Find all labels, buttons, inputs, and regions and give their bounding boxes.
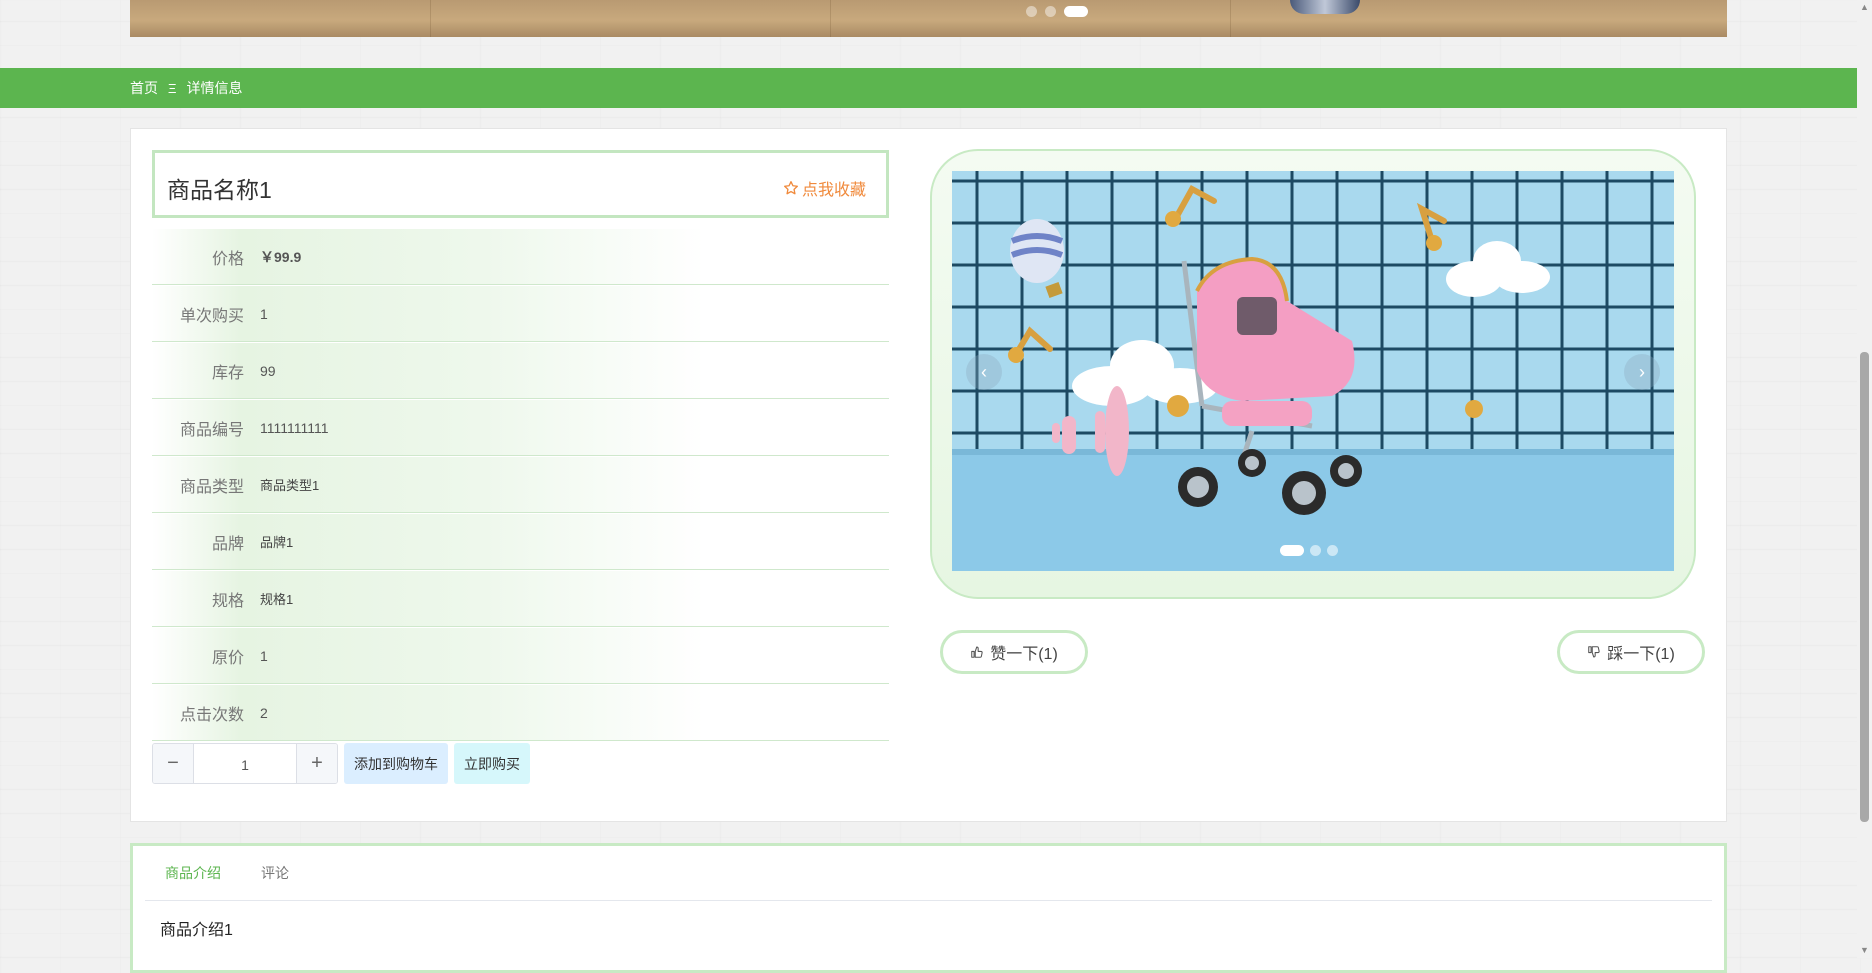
info-value: 2 bbox=[260, 704, 268, 721]
info-label: 品牌 bbox=[211, 535, 244, 553]
product-detail-panel: 商品名称1 点我收藏 价格 ￥99.9 单次购买 1 库存 99 商品编号 11… bbox=[130, 128, 1727, 822]
info-row-product-code: 商品编号 1111111111 bbox=[152, 400, 889, 456]
tab-bar: 商品介绍 评论 bbox=[145, 846, 1712, 901]
info-value: 商品类型1 bbox=[260, 478, 320, 493]
page-scrollbar[interactable]: ▲ ▼ bbox=[1857, 0, 1872, 958]
product-tabs-panel: 商品介绍 评论 商品介绍1 bbox=[130, 843, 1727, 973]
info-label: 原价 bbox=[211, 649, 244, 667]
info-value: 99 bbox=[260, 362, 276, 379]
thumbs-down-icon bbox=[1588, 646, 1600, 658]
carousel-dot[interactable] bbox=[1327, 545, 1338, 556]
breadcrumb-separator: Ξ bbox=[168, 80, 177, 96]
info-value: 1 bbox=[260, 647, 268, 664]
tab-comments[interactable]: 评论 bbox=[241, 863, 309, 883]
info-row-single-purchase: 单次购买 1 bbox=[152, 286, 889, 342]
product-image: ‹ › bbox=[952, 171, 1674, 571]
breadcrumb-home-link[interactable]: 首页 bbox=[130, 78, 158, 98]
add-to-cart-button[interactable]: 添加到购物车 bbox=[344, 743, 448, 784]
info-row-brand: 品牌 品牌1 bbox=[152, 514, 889, 570]
dislike-button[interactable]: 踩一下(1) bbox=[1557, 630, 1705, 674]
banner-texture bbox=[1230, 0, 1231, 37]
star-icon bbox=[783, 181, 798, 195]
info-row-price: 价格 ￥99.9 bbox=[152, 229, 889, 285]
banner-dot[interactable] bbox=[1026, 6, 1037, 17]
info-label: 库存 bbox=[211, 364, 244, 382]
favorite-button[interactable]: 点我收藏 bbox=[783, 176, 866, 200]
banner-indicator bbox=[1026, 6, 1088, 17]
top-banner-carousel[interactable] bbox=[130, 0, 1727, 37]
carousel-indicator bbox=[1280, 545, 1338, 556]
like-label: 赞一下(1) bbox=[990, 646, 1058, 663]
info-label: 商品类型 bbox=[179, 478, 244, 496]
info-row-click-count: 点击次数 2 bbox=[152, 685, 889, 741]
increase-quantity-button[interactable]: + bbox=[296, 744, 337, 783]
carousel-prev-arrow[interactable]: ‹ bbox=[966, 354, 1002, 390]
product-name: 商品名称1 bbox=[167, 177, 272, 203]
info-label: 规格 bbox=[211, 592, 244, 610]
product-title-box: 商品名称1 点我收藏 bbox=[152, 150, 889, 218]
info-value: 规格1 bbox=[260, 592, 294, 607]
carousel-next-arrow[interactable]: › bbox=[1624, 354, 1660, 390]
breadcrumb-bar: 首页 Ξ 详情信息 bbox=[0, 68, 1857, 108]
info-label: 点击次数 bbox=[179, 706, 244, 724]
banner-texture bbox=[830, 0, 831, 37]
scroll-up-arrow-icon[interactable]: ▲ bbox=[1857, 0, 1872, 15]
quantity-input[interactable] bbox=[194, 744, 296, 783]
scroll-down-arrow-icon[interactable]: ▼ bbox=[1857, 943, 1872, 958]
product-image-carousel: ‹ › bbox=[930, 149, 1696, 599]
info-value: 1111111111 bbox=[260, 419, 329, 436]
price-value: ￥99.9 bbox=[260, 248, 302, 265]
decrease-quantity-button[interactable]: − bbox=[153, 744, 194, 783]
breadcrumb: 首页 Ξ 详情信息 bbox=[130, 68, 242, 108]
like-button[interactable]: 赞一下(1) bbox=[940, 630, 1088, 674]
dislike-label: 踩一下(1) bbox=[1607, 646, 1675, 663]
stroller-image bbox=[952, 171, 1674, 571]
carousel-dot-active[interactable] bbox=[1280, 545, 1304, 556]
info-row-product-type: 商品类型 商品类型1 bbox=[152, 457, 889, 513]
info-value: 品牌1 bbox=[260, 535, 294, 550]
quantity-stepper: − + bbox=[152, 743, 338, 784]
info-row-spec: 规格 规格1 bbox=[152, 571, 889, 627]
info-row-stock: 库存 99 bbox=[152, 343, 889, 399]
info-value: 1 bbox=[260, 305, 268, 322]
banner-dot-active[interactable] bbox=[1064, 6, 1088, 17]
info-label: 单次购买 bbox=[179, 307, 244, 325]
banner-texture bbox=[430, 0, 431, 37]
carousel-dot[interactable] bbox=[1310, 545, 1321, 556]
favorite-label: 点我收藏 bbox=[801, 182, 866, 199]
banner-dot[interactable] bbox=[1045, 6, 1056, 17]
banner-toy-image bbox=[1290, 0, 1360, 14]
info-row-original-price: 原价 1 bbox=[152, 628, 889, 684]
thumbs-up-icon bbox=[971, 646, 983, 658]
info-label: 商品编号 bbox=[179, 421, 244, 439]
purchase-controls: − + 添加到购物车 立即购买 bbox=[152, 743, 530, 784]
breadcrumb-current: 详情信息 bbox=[186, 80, 243, 96]
product-description: 商品介绍1 bbox=[160, 922, 233, 939]
product-info-list: 价格 ￥99.9 单次购买 1 库存 99 商品编号 1111111111 商品… bbox=[152, 228, 889, 741]
buy-now-button[interactable]: 立即购买 bbox=[454, 743, 530, 784]
info-label: 价格 bbox=[211, 250, 244, 268]
tab-product-intro[interactable]: 商品介绍 bbox=[145, 863, 241, 883]
scrollbar-thumb[interactable] bbox=[1860, 352, 1869, 822]
